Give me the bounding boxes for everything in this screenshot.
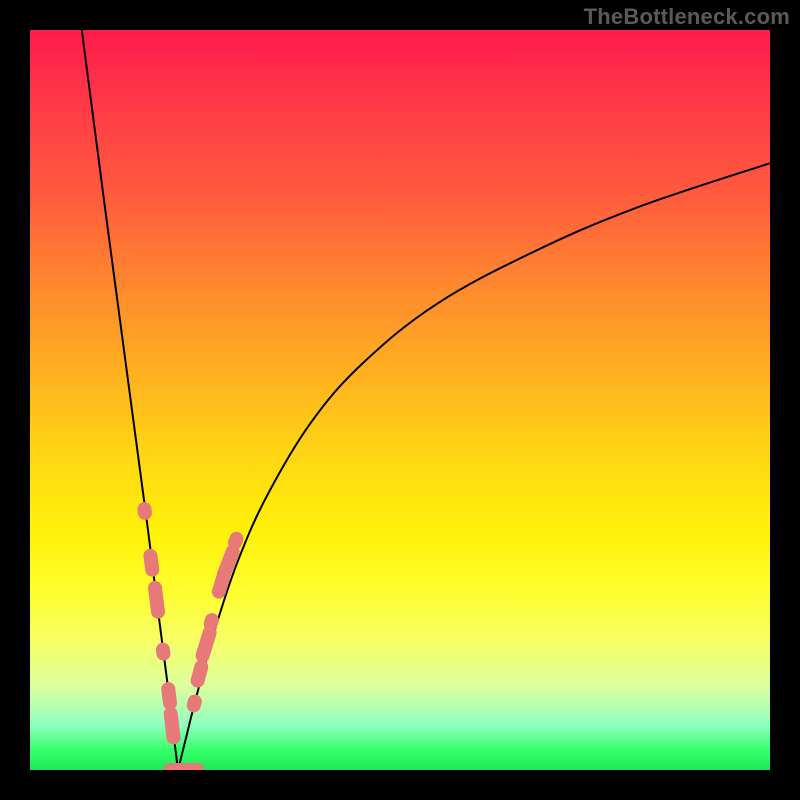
marker-right-1 [189,658,210,689]
marker-left-1 [143,548,160,578]
marker-left-3 [155,642,171,662]
marker-left-0 [137,501,153,521]
marker-left-5 [163,706,181,745]
marker-right-0 [185,693,203,714]
chart-stage: TheBottleneck.com [0,0,800,800]
marker-layer [137,501,246,770]
marker-right-2 [194,624,218,664]
watermark-text: TheBottleneck.com [584,4,790,30]
curve-layer [82,30,770,770]
curve-right-branch [178,163,770,770]
plot-area [30,30,770,770]
marker-left-2 [147,580,166,619]
marker-left-4 [160,681,177,711]
chart-svg [30,30,770,770]
marker-bottom-2 [178,763,204,770]
